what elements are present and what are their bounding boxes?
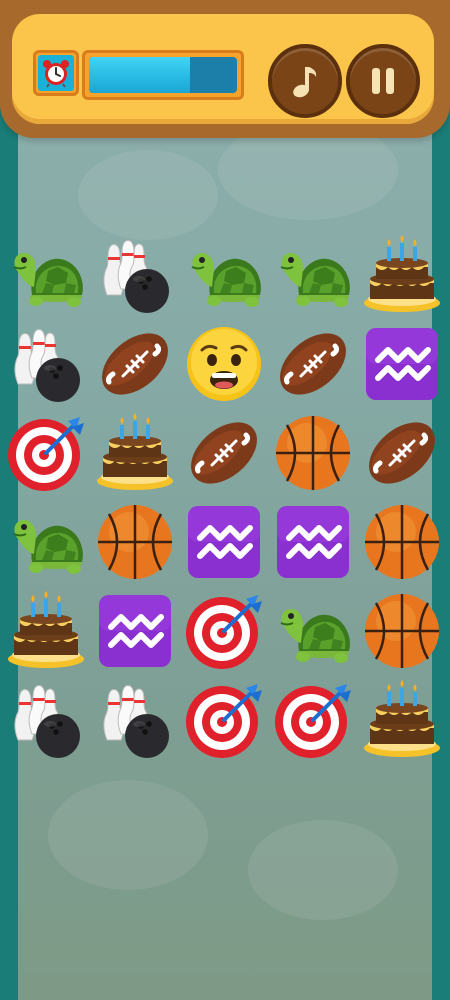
pause-button[interactable] <box>346 44 420 118</box>
aquarius-icon <box>95 591 175 671</box>
football-icon <box>273 324 353 404</box>
bowling-icon <box>95 680 175 760</box>
turtle-icon <box>273 235 353 315</box>
timer-icon-box <box>33 50 79 96</box>
aquarius-icon <box>273 502 353 582</box>
bowling-icon <box>6 324 86 404</box>
bowling-icon <box>95 235 175 315</box>
turtle-icon <box>6 502 86 582</box>
tile-turtle[interactable] <box>270 232 356 318</box>
target-icon <box>6 413 86 493</box>
tile-basketball[interactable] <box>359 499 445 585</box>
tile-target[interactable] <box>270 677 356 763</box>
tile-bowling[interactable] <box>3 677 89 763</box>
tile-cake[interactable] <box>92 410 178 496</box>
aquarius-icon <box>362 324 442 404</box>
tile-turtle[interactable] <box>3 499 89 585</box>
target-icon <box>273 680 353 760</box>
alarm-clock-icon <box>43 60 69 88</box>
tile-basketball[interactable] <box>270 410 356 496</box>
tile-bowling[interactable] <box>92 677 178 763</box>
turtle-icon <box>273 591 353 671</box>
tile-basketball[interactable] <box>359 588 445 674</box>
cake-icon <box>362 680 442 760</box>
timer-progress-track <box>89 57 237 93</box>
tile-aquarius[interactable] <box>270 499 356 585</box>
football-icon <box>184 413 264 493</box>
tile-football[interactable] <box>359 410 445 496</box>
tile-turtle[interactable] <box>181 232 267 318</box>
tile-turtle[interactable] <box>270 588 356 674</box>
turtle-icon <box>184 235 264 315</box>
tile-football[interactable] <box>270 321 356 407</box>
tile-bowling[interactable] <box>3 321 89 407</box>
anxious-face-icon <box>184 324 264 404</box>
turtle-icon <box>6 235 86 315</box>
music-note-icon <box>293 67 317 98</box>
tile-aquarius[interactable] <box>359 321 445 407</box>
tile-target[interactable] <box>181 677 267 763</box>
aquarius-icon <box>184 502 264 582</box>
tile-bowling[interactable] <box>92 232 178 318</box>
tile-basketball[interactable] <box>92 499 178 585</box>
basketball-icon <box>273 413 353 493</box>
tile-cake[interactable] <box>3 588 89 674</box>
game-board <box>3 232 447 762</box>
pause-icon <box>372 68 394 94</box>
cake-icon <box>95 413 175 493</box>
cake-icon <box>362 235 442 315</box>
football-icon <box>362 413 442 493</box>
tile-football[interactable] <box>92 321 178 407</box>
tile-aquarius[interactable] <box>181 499 267 585</box>
basketball-icon <box>362 591 442 671</box>
timer-progress-fill <box>89 57 190 93</box>
bowling-icon <box>6 680 86 760</box>
tile-target[interactable] <box>3 410 89 496</box>
tile-anxious-face[interactable] <box>181 321 267 407</box>
tile-football[interactable] <box>181 410 267 496</box>
target-icon <box>184 591 264 671</box>
tile-cake[interactable] <box>359 232 445 318</box>
target-icon <box>184 680 264 760</box>
tile-cake[interactable] <box>359 677 445 763</box>
basketball-icon <box>95 502 175 582</box>
tile-aquarius[interactable] <box>92 588 178 674</box>
music-toggle-button[interactable] <box>268 44 342 118</box>
football-icon <box>95 324 175 404</box>
tile-turtle[interactable] <box>3 232 89 318</box>
tile-target[interactable] <box>181 588 267 674</box>
timer-progress-bar <box>82 50 244 100</box>
cake-icon <box>6 591 86 671</box>
basketball-icon <box>362 502 442 582</box>
